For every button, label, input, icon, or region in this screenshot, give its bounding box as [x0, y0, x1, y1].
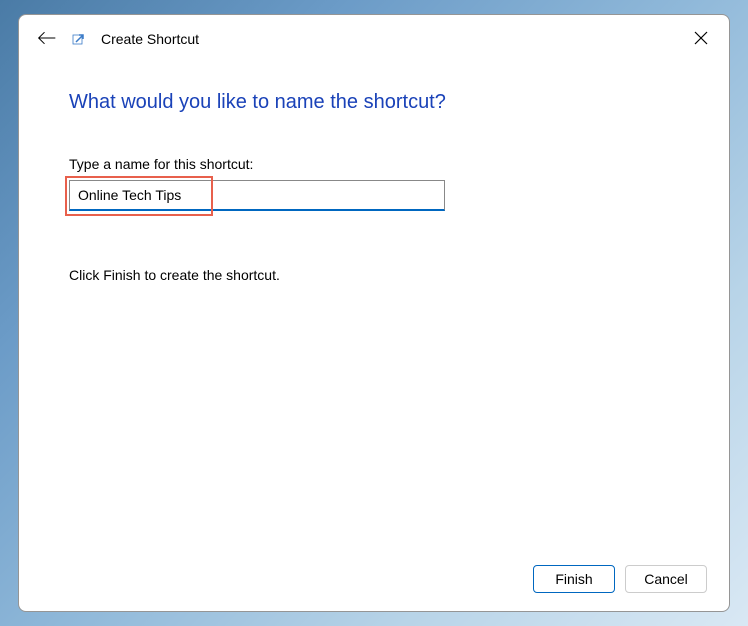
dialog-content: What would you like to name the shortcut… [19, 59, 729, 549]
input-wrapper [69, 180, 445, 211]
finish-button[interactable]: Finish [533, 565, 615, 593]
hint-text: Click Finish to create the shortcut. [69, 267, 679, 283]
cancel-button[interactable]: Cancel [625, 565, 707, 593]
dialog-header: Create Shortcut [19, 15, 729, 59]
dialog-footer: Finish Cancel [19, 549, 729, 611]
close-button[interactable] [689, 27, 713, 51]
dialog-title: Create Shortcut [101, 31, 199, 47]
close-icon [694, 31, 708, 48]
create-shortcut-dialog: Create Shortcut What would you like to n… [18, 14, 730, 612]
back-arrow-icon [37, 30, 57, 49]
main-heading: What would you like to name the shortcut… [69, 91, 679, 114]
shortcut-icon [71, 31, 87, 47]
field-label: Type a name for this shortcut: [69, 156, 679, 172]
shortcut-name-input[interactable] [69, 180, 445, 211]
back-button[interactable] [37, 29, 57, 49]
